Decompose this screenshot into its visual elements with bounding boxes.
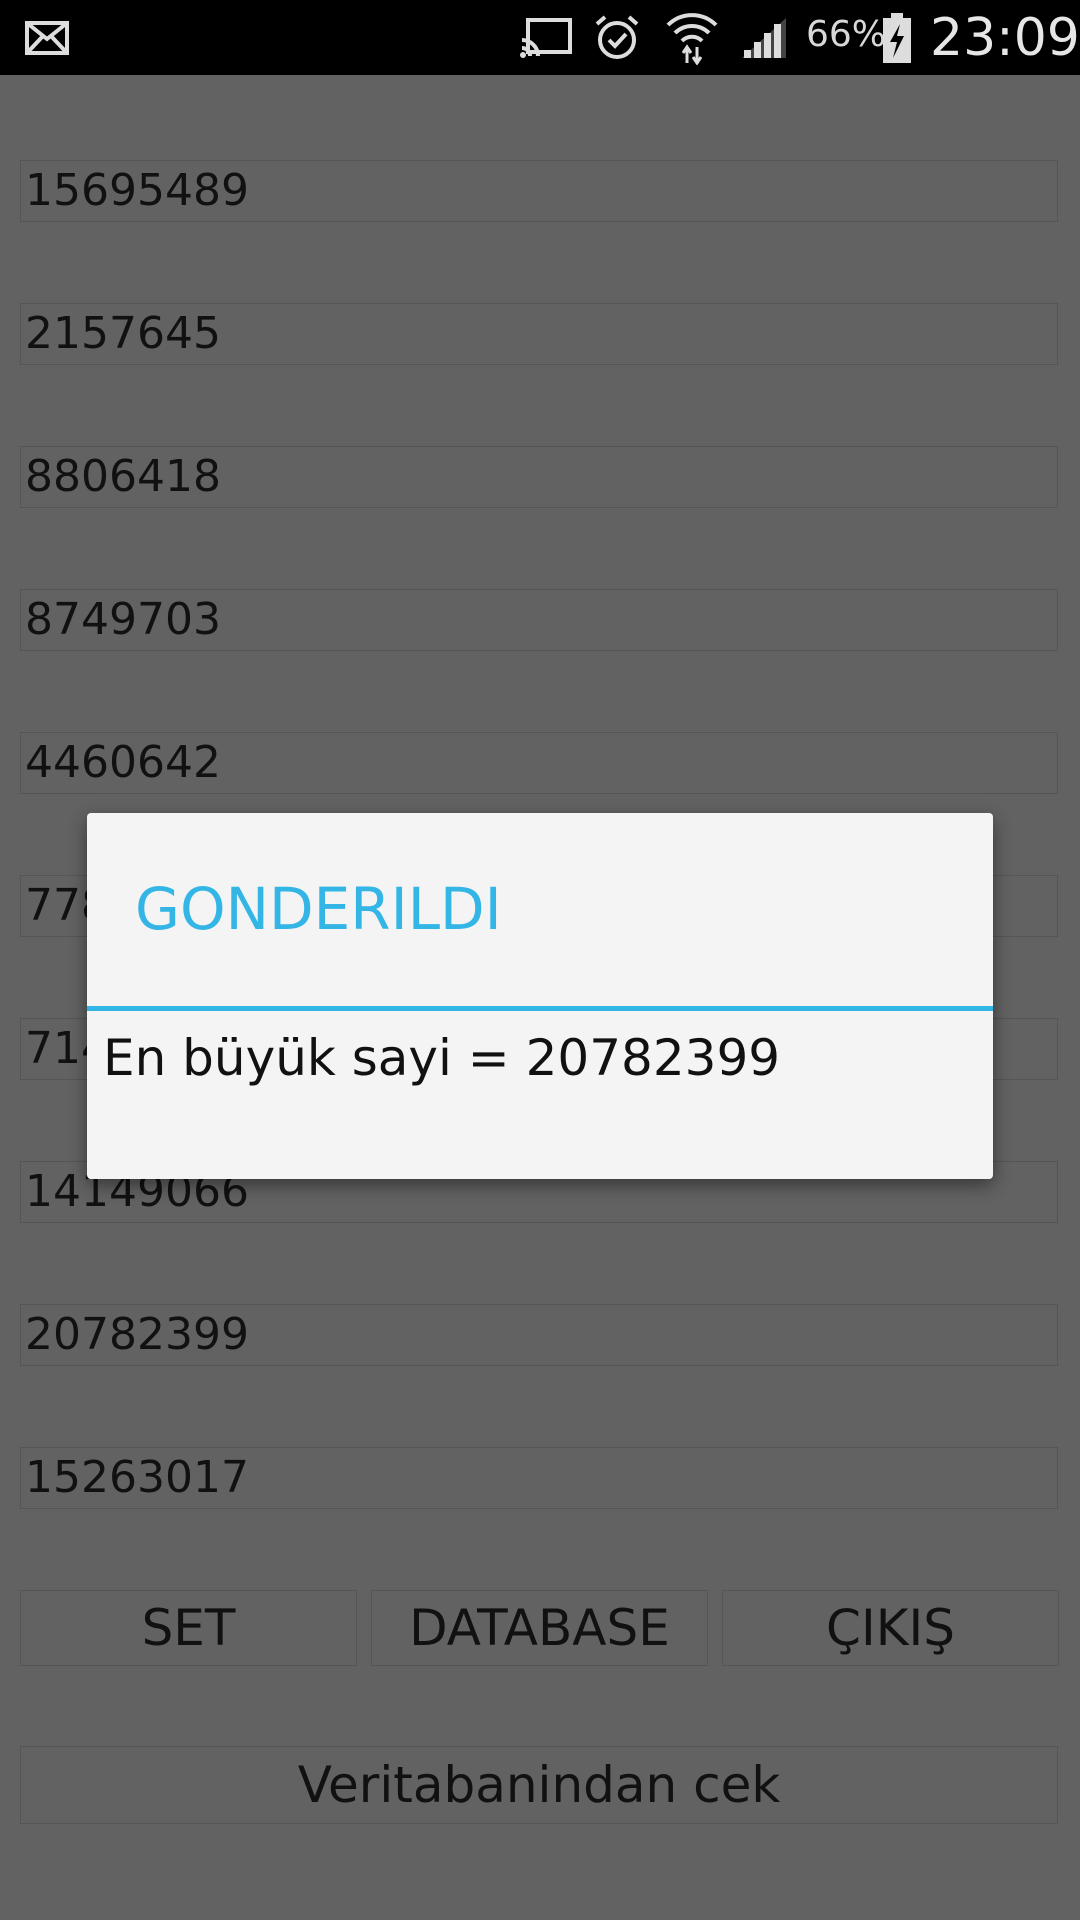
mail-icon <box>22 0 72 75</box>
number-field-5[interactable]: 4460642 <box>20 732 1058 794</box>
battery-charging-icon <box>880 0 914 75</box>
wifi-icon <box>664 0 720 75</box>
database-button[interactable]: DATABASE <box>371 1590 708 1666</box>
number-field-2[interactable]: 2157645 <box>20 303 1058 365</box>
number-field-value: 8749703 <box>25 594 221 645</box>
number-field-value: 20782399 <box>25 1309 249 1360</box>
number-field-value: 2157645 <box>25 308 221 359</box>
signal-icon <box>738 0 790 75</box>
fetch-from-database-button[interactable]: Veritabanindan cek <box>20 1746 1058 1824</box>
clock: 23:09 <box>930 8 1080 68</box>
number-field-9[interactable]: 20782399 <box>20 1304 1058 1366</box>
number-field-4[interactable]: 8749703 <box>20 589 1058 651</box>
battery-percent: 66% <box>806 14 887 55</box>
dialog-divider <box>87 1006 993 1011</box>
status-bar: 66% 23:09 <box>0 0 1080 75</box>
set-button[interactable]: SET <box>20 1590 357 1666</box>
number-field-3[interactable]: 8806418 <box>20 446 1058 508</box>
alert-dialog: GONDERILDI En büyük sayi = 20782399 <box>87 813 993 1179</box>
exit-button[interactable]: ÇIKIŞ <box>722 1590 1059 1666</box>
number-field-value: 15695489 <box>25 165 249 216</box>
dialog-message: En büyük sayi = 20782399 <box>103 1029 781 1087</box>
alarm-icon <box>592 0 642 75</box>
number-field-value: 8806418 <box>25 451 221 502</box>
number-field-10[interactable]: 15263017 <box>20 1447 1058 1509</box>
number-field-1[interactable]: 15695489 <box>20 160 1058 222</box>
cast-icon <box>518 0 574 75</box>
number-field-value: 15263017 <box>25 1452 249 1503</box>
number-field-value: 4460642 <box>25 737 221 788</box>
dialog-title: GONDERILDI <box>135 875 502 943</box>
